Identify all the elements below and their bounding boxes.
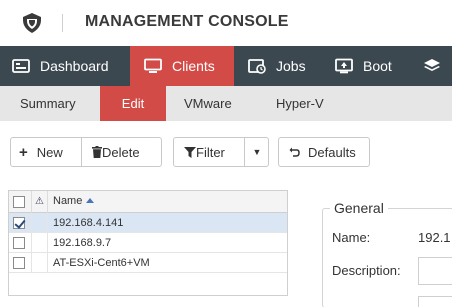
dashboard-icon — [12, 59, 30, 73]
row-separator — [47, 233, 48, 253]
nav-boot-label: Boot — [363, 58, 392, 74]
layers-icon — [424, 59, 440, 71]
app-title: MANAGEMENT CONSOLE — [85, 13, 289, 30]
status-column-icon[interactable]: ⚠ — [35, 196, 44, 207]
undo-icon — [289, 147, 300, 157]
name-column-header[interactable]: Name — [53, 195, 95, 207]
filter-dropdown-button[interactable]: ▼ — [245, 138, 269, 166]
trash-icon — [92, 146, 102, 158]
next-field-input[interactable] — [418, 296, 452, 307]
name-label: Name: — [332, 230, 371, 245]
tab-vmware[interactable]: VMware — [184, 86, 232, 121]
filter-button-label: Filter — [196, 144, 225, 160]
delete-button-label: Delete — [102, 144, 140, 160]
new-button[interactable]: + New — [11, 138, 81, 166]
table-row[interactable]: 192.168.4.141 — [9, 213, 287, 233]
row-checkbox[interactable] — [13, 217, 25, 229]
header-divider — [62, 14, 63, 32]
row-separator — [31, 213, 32, 233]
defaults-button-label: Defaults — [308, 144, 356, 160]
filter-icon — [184, 146, 196, 158]
description-label: Description: — [332, 263, 401, 278]
nav-jobs-label: Jobs — [276, 58, 306, 74]
name-column-label: Name — [53, 195, 83, 207]
table-row[interactable]: AT-ESXi-Cent6+VM — [9, 253, 287, 273]
jobs-icon — [248, 59, 266, 74]
nav-dashboard[interactable]: Dashboard — [12, 46, 109, 86]
general-legend: General — [330, 200, 388, 216]
shield-logo-icon[interactable] — [20, 11, 44, 35]
client-name: 192.168.9.7 — [53, 237, 112, 249]
sub-nav: Summary Edit VMware Hyper-V — [0, 86, 452, 121]
table-row[interactable]: 192.168.9.7 — [9, 233, 287, 253]
nav-dashboard-label: Dashboard — [40, 58, 109, 74]
app-header: MANAGEMENT CONSOLE — [0, 0, 452, 46]
row-separator — [47, 253, 48, 273]
nav-clients-label: Clients — [172, 58, 215, 74]
defaults-button[interactable]: Defaults — [278, 137, 370, 167]
clients-table: ⚠ Name 192.168.4.141 192.168.9.7 AT-ESXi… — [8, 190, 288, 296]
row-separator — [31, 233, 32, 253]
tab-summary[interactable]: Summary — [20, 86, 76, 121]
plus-icon: + — [19, 143, 28, 161]
client-name: 192.168.4.141 — [53, 217, 124, 229]
row-checkbox[interactable] — [13, 257, 25, 269]
nav-boot[interactable]: Boot — [335, 46, 392, 86]
filter-group: Filter ▼ — [173, 137, 269, 167]
monitor-icon — [144, 58, 162, 73]
tab-edit[interactable]: Edit — [100, 86, 166, 121]
column-separator — [47, 191, 48, 213]
description-input[interactable] — [418, 257, 452, 285]
nav-jobs[interactable]: Jobs — [248, 46, 306, 86]
delete-button[interactable]: Delete — [82, 138, 162, 166]
client-name: AT-ESXi-Cent6+VM — [53, 257, 150, 269]
select-all-checkbox[interactable] — [13, 196, 25, 208]
row-checkbox[interactable] — [13, 237, 25, 249]
tab-hyper-v[interactable]: Hyper-V — [276, 86, 324, 121]
sort-ascending-icon — [86, 198, 95, 203]
nav-more[interactable] — [423, 46, 451, 86]
new-button-label: New — [36, 144, 63, 160]
filter-button[interactable]: Filter — [174, 138, 244, 166]
row-separator — [47, 213, 48, 233]
name-value: 192.1 — [418, 230, 451, 245]
new-delete-group: + New Delete — [10, 137, 162, 167]
row-separator — [31, 253, 32, 273]
main-nav: Dashboard Clients Jobs Boot — [0, 46, 452, 86]
caret-down-icon: ▼ — [252, 147, 262, 157]
nav-clients[interactable]: Clients — [130, 46, 234, 86]
column-separator — [31, 191, 32, 213]
table-header: ⚠ Name — [9, 191, 287, 213]
boot-icon — [335, 58, 353, 74]
